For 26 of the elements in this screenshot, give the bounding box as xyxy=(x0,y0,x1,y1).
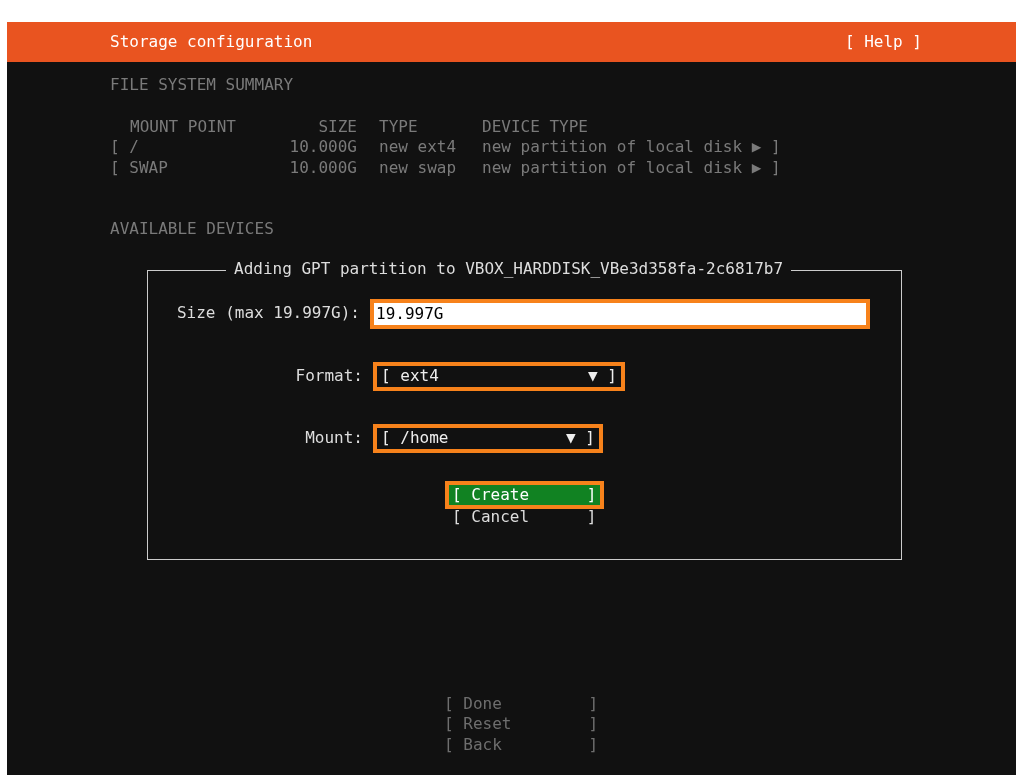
footer-button[interactable]: [ Back ] xyxy=(444,734,599,755)
table-cell-text: 10.000G xyxy=(288,137,358,158)
dropdown[interactable]: [ /home ▼ ] xyxy=(373,423,603,453)
footer-button[interactable]: [ Done ] xyxy=(444,693,599,714)
table-cell-text: 10.000G xyxy=(288,157,358,178)
table-cell[interactable]: [ SWAP xyxy=(110,157,275,178)
table-cell-text: new ext4 xyxy=(379,137,458,158)
screen-title: Storage configuration xyxy=(110,31,313,53)
table-cell[interactable]: new partition of local disk ▶ ] xyxy=(482,157,812,178)
field-label: Format: xyxy=(294,365,364,387)
field-label: Size (max 19.997G): xyxy=(175,303,361,324)
column-header: TYPE xyxy=(379,116,419,137)
size-field[interactable]: 19.997G xyxy=(370,298,870,329)
column-header: SIZE xyxy=(317,116,358,137)
table-cell[interactable]: [ / xyxy=(110,137,275,158)
table-cell-text: new swap xyxy=(379,157,458,178)
dialog-button[interactable]: [ Create ] xyxy=(445,480,604,509)
help-button[interactable]: [ Help ] xyxy=(844,30,922,54)
column-header: MOUNT POINT xyxy=(129,116,237,137)
field-label: Mount: xyxy=(304,427,364,449)
section-heading: FILE SYSTEM SUMMARY xyxy=(110,75,295,96)
section-heading: AVAILABLE DEVICES xyxy=(110,219,275,240)
dropdown[interactable]: [ ext4 ▼ ] xyxy=(373,361,625,391)
footer-button[interactable]: [ Reset ] xyxy=(444,714,599,735)
table-cell[interactable]: new partition of local disk ▶ ] xyxy=(482,137,812,158)
column-header: DEVICE TYPE xyxy=(482,116,589,137)
